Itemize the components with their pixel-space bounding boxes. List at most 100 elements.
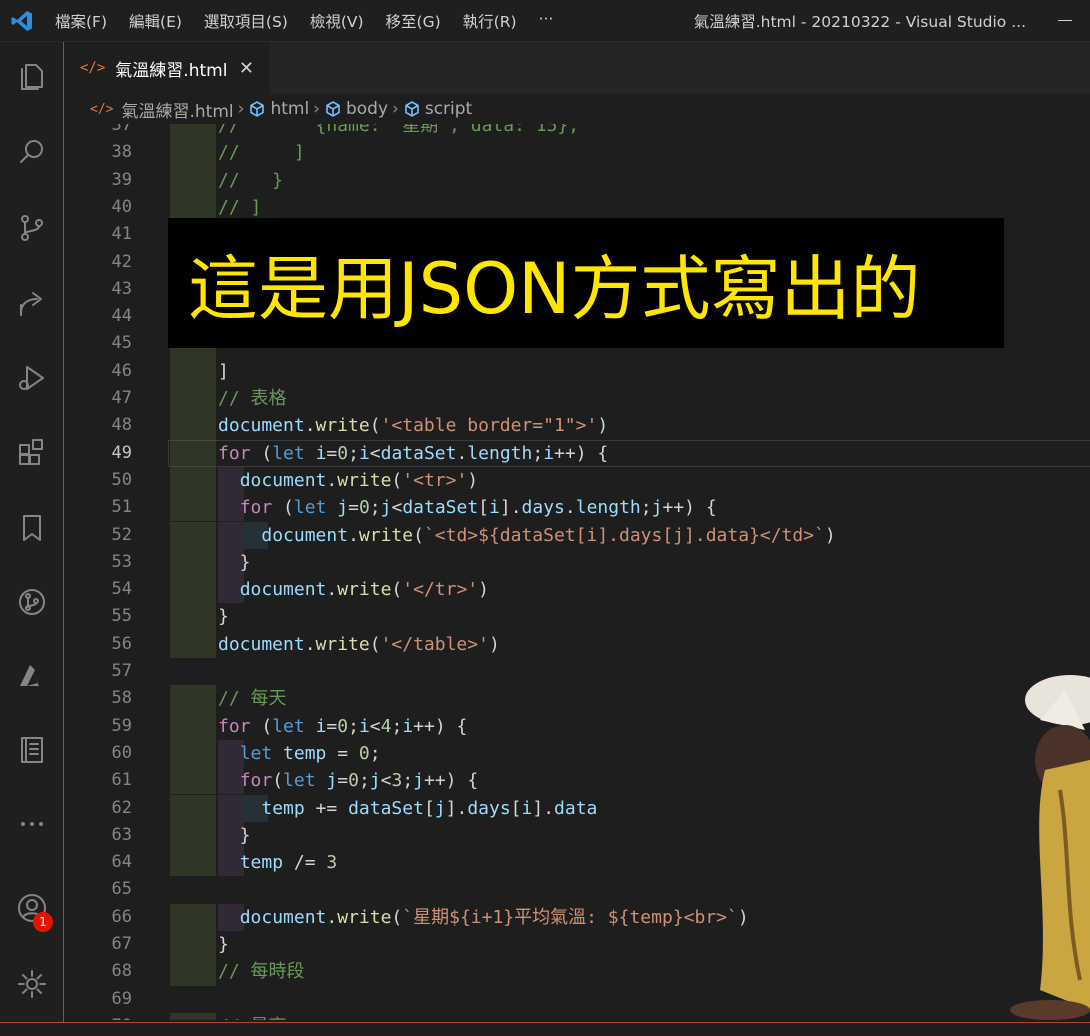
code-line[interactable]: 50 document.write('<tr>') [64,466,1090,495]
more-icon[interactable] [0,800,64,848]
code-text: document.write('<table border="1">') [218,415,609,437]
explorer-icon[interactable] [0,52,64,100]
close-icon[interactable]: ✕ [239,58,254,79]
code-text: // ] [218,196,262,218]
line-number: 59 [111,715,132,736]
code-line[interactable]: 37 // {name: '星期', data: 15}, [64,124,1090,140]
code-line[interactable]: 65 [64,876,1090,903]
code-line[interactable]: 60 let temp = 0; [64,739,1090,768]
breadcrumb-item[interactable]: script [403,99,472,119]
breadcrumb-label: html [270,99,310,119]
code-line[interactable]: 59 for (let i=0;i<4;i++) { [64,712,1090,740]
code-line[interactable]: 38 // ] [64,139,1090,167]
menu-item[interactable]: 執行(R) [452,10,528,32]
menu-item[interactable]: 編輯(E) [118,10,193,32]
source-control-icon[interactable] [0,204,64,252]
menu-item[interactable]: 移至(G) [375,10,452,32]
code-line[interactable]: 64 temp /= 3 [64,849,1090,877]
video-caption-overlay: 這是用JSON方式寫出的 [168,218,1004,348]
code-line[interactable]: 54 document.write('</tr>') [64,576,1090,604]
line-number: 50 [111,469,132,490]
line-number: 40 [111,196,132,217]
code-line[interactable]: 52 document.write(`<td>${dataSet[i].days… [64,521,1090,549]
code-text: for(let j=0;j<3;j++) { [239,770,479,792]
line-number: 37 [111,124,132,135]
code-text: } [218,934,229,955]
code-text: document.write(`<td>${dataSet[i].days[j]… [261,524,836,546]
code-text: // 表格 [218,388,287,409]
code-line[interactable]: 68 // 每時段 [64,958,1090,986]
bookmarks-icon[interactable] [0,504,64,552]
code-line[interactable]: 51 for (let j=0;j<dataSet[i].days.length… [64,494,1090,522]
line-number: 68 [111,961,132,982]
code-text: } [218,824,251,846]
settings-gear-icon[interactable] [0,960,64,1008]
code-text: // {name: '星期', data: 15}, [218,124,580,136]
line-number: 53 [111,551,132,572]
code-text: document.write(`星期${i+1}平均氣溫: ${temp}<br… [239,906,749,928]
indent-guide [170,124,216,140]
extensions-icon[interactable] [0,428,64,476]
line-number: 41 [111,224,132,245]
tab-active-file[interactable]: </> 氣溫練習.html ✕ [64,42,270,94]
status-bar [0,1022,1090,1036]
code-line[interactable]: 70 // 最高 [64,1012,1090,1020]
line-number: 54 [111,579,132,600]
menu-item[interactable]: 選取項目(S) [193,10,299,32]
code-line[interactable]: 63 } [64,821,1090,850]
code-line[interactable]: 49 for (let i=0;i<dataSet.length;i++) { [64,439,1090,467]
remote-share-icon[interactable] [0,280,64,328]
code-line[interactable]: 56 document.write('</table>') [64,630,1090,658]
line-number: 49 [111,442,132,463]
line-number: 42 [111,251,132,272]
code-line[interactable]: 62 temp += dataSet[j].days[i].data [64,794,1090,822]
code-line[interactable]: 67} [64,931,1090,959]
notification-badge: 1 [33,912,53,932]
code-text: } [218,551,251,573]
code-line[interactable]: 53 } [64,548,1090,577]
line-number: 64 [111,852,132,873]
breadcrumb-item[interactable]: html [248,99,309,119]
code-line[interactable]: 61 for(let j=0;j<3;j++) { [64,767,1090,795]
menu-bar: 檔案(F) 編輯(E) 選取項目(S) 檢視(V) 移至(G) 執行(R) ··· [44,10,564,32]
search-icon[interactable] [0,128,64,176]
indent-guide [170,412,216,440]
minimize-icon[interactable] [1040,0,1090,42]
editor-tabs: </> 氣溫練習.html ✕ [64,42,1090,94]
code-line[interactable]: 48 document.write('<table border="1">') [64,412,1090,440]
line-number: 58 [111,688,132,709]
code-line[interactable]: 47 // 表格 [64,385,1090,413]
code-line[interactable]: 57 [64,658,1090,685]
code-text: document.write('<tr>') [239,469,479,491]
indent-guide [170,1012,216,1020]
indent-guide [170,794,216,822]
breadcrumb-item[interactable]: body [324,99,388,119]
code-line[interactable]: 58 // 每天 [64,685,1090,713]
code-line[interactable]: 69 [64,986,1090,1013]
line-number: 66 [111,906,132,927]
breadcrumb-item[interactable]: </> 氣溫練習.html [90,97,234,122]
git-graph-icon[interactable] [0,578,64,626]
accounts-icon[interactable] [0,884,64,932]
menu-item[interactable]: ··· [528,10,565,32]
code-line[interactable]: 66 document.write(`星期${i+1}平均氣溫: ${temp}… [64,903,1090,931]
code-text: temp += dataSet[j].days[i].data [261,797,598,819]
code-text: let temp = 0; [239,742,381,764]
line-number: 47 [111,388,132,408]
code-line[interactable]: 46] [64,357,1090,385]
line-number: 61 [111,770,132,791]
character-illustration [1010,675,1090,1020]
menu-item[interactable]: 檢視(V) [299,10,375,32]
caption-text: 這是用JSON方式寫出的 [188,247,921,330]
notebook-icon[interactable] [0,726,64,774]
code-line[interactable]: 39 // } [64,166,1090,194]
vscode-logo-icon[interactable] [0,0,44,42]
run-debug-icon[interactable] [0,354,64,402]
code-line[interactable]: 55} [64,603,1090,631]
menu-item[interactable]: 檔案(F) [44,10,118,32]
indent-guide [170,685,216,713]
indent-guide [170,439,216,467]
azure-icon[interactable] [0,652,64,700]
code-text: for (let j=0;j<dataSet[i].days.length;j+… [239,497,717,519]
indent-guide [170,821,216,850]
